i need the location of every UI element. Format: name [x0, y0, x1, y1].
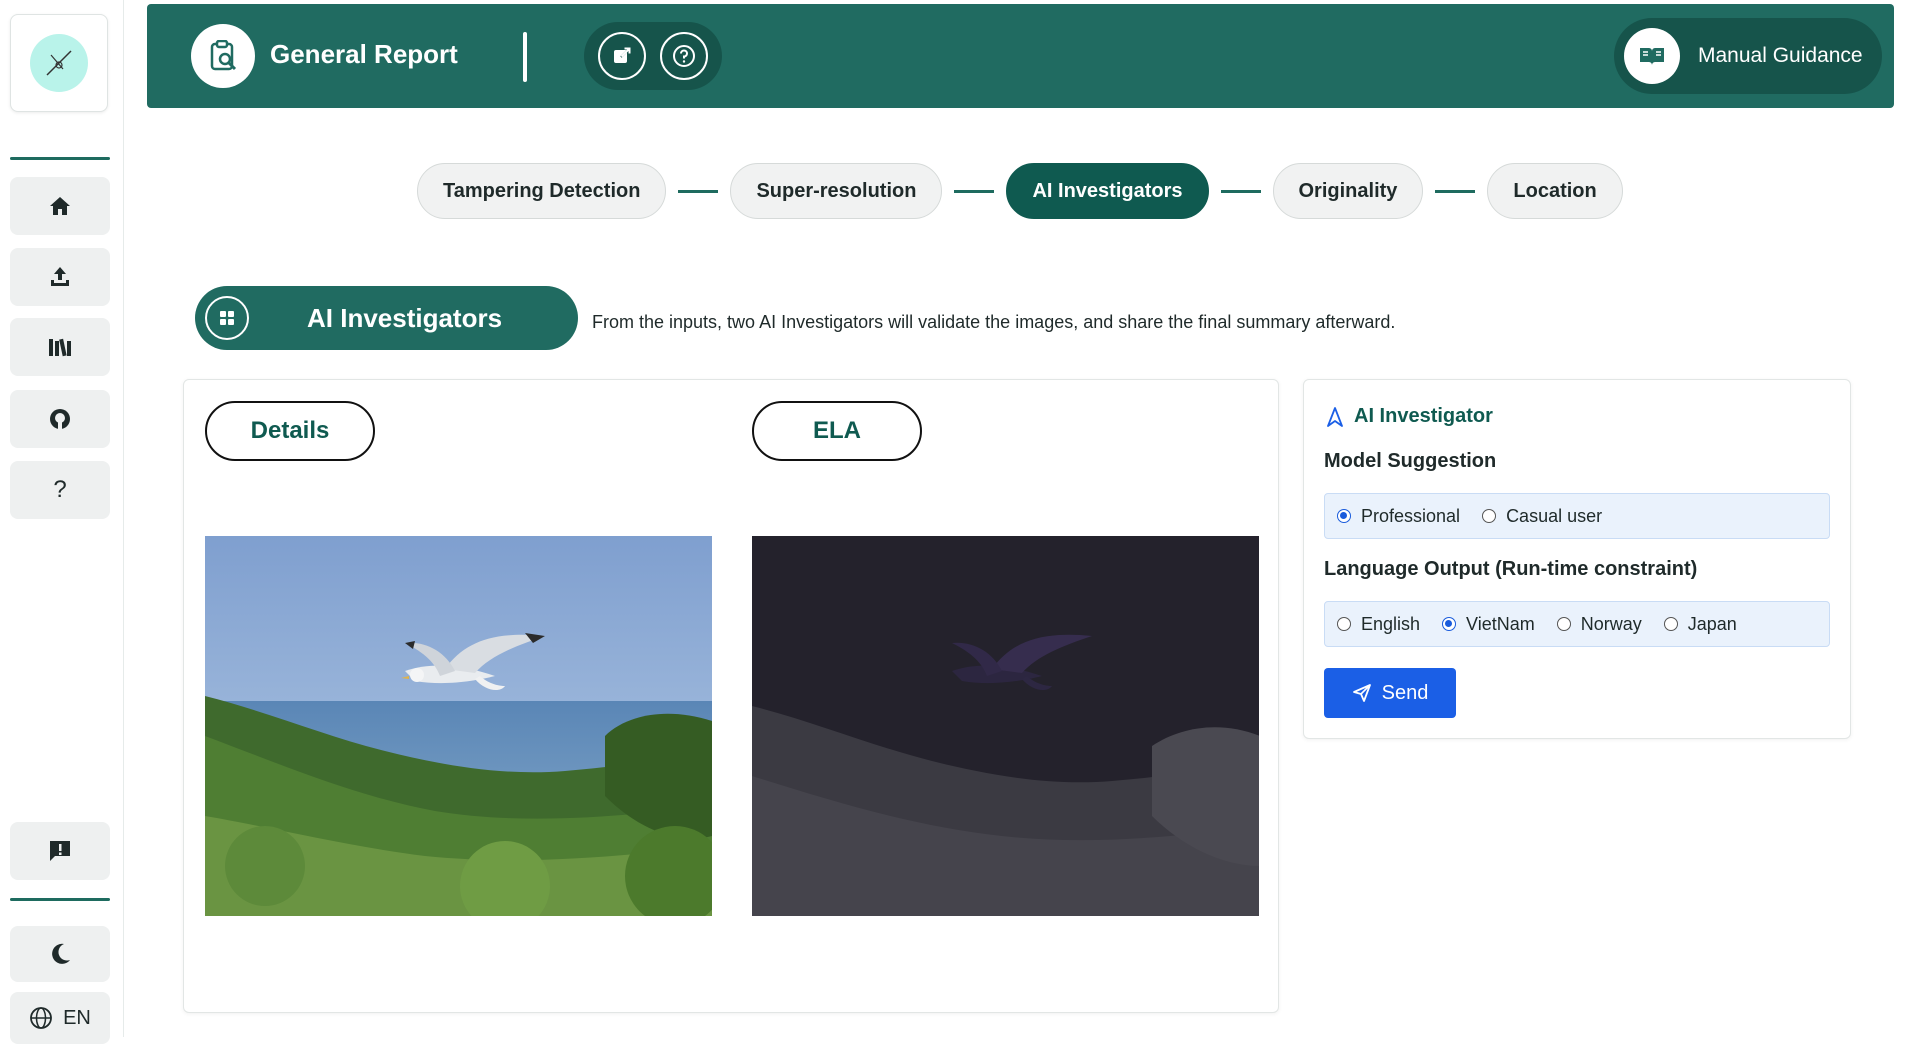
ai-investigator-panel: AI Investigator Model Suggestion Profess… — [1303, 379, 1851, 739]
globe-icon — [30, 1007, 52, 1029]
step-location[interactable]: Location — [1487, 163, 1623, 219]
step-super-resolution[interactable]: Super-resolution — [730, 163, 943, 219]
header-toolbar — [584, 22, 722, 90]
sidebar-item-github[interactable] — [10, 390, 110, 448]
grid-icon — [205, 296, 249, 340]
home-icon — [50, 197, 70, 215]
sidebar-divider — [10, 157, 110, 160]
send-icon — [1352, 684, 1371, 702]
model-option-casual-user[interactable]: Casual user — [1482, 506, 1602, 527]
language-option-vietnam[interactable]: VietNam — [1442, 614, 1535, 635]
upload-icon — [51, 267, 69, 286]
step-originality[interactable]: Originality — [1272, 163, 1424, 219]
language-selector[interactable]: EN — [10, 992, 110, 1044]
radio-button[interactable] — [1337, 617, 1351, 631]
sidebar-divider — [10, 898, 110, 901]
manual-guidance-button[interactable]: Manual Guidance — [1614, 18, 1882, 94]
radio-button[interactable] — [1442, 617, 1457, 631]
top-header: General Report Manual Guidance — [147, 4, 1894, 108]
github-icon — [50, 409, 70, 429]
app-logo[interactable] — [10, 14, 108, 112]
language-output-heading: Language Output (Run-time constraint) — [1324, 558, 1698, 580]
logo-icon — [30, 34, 88, 92]
moon-icon — [52, 943, 70, 964]
book-icon — [1624, 28, 1680, 84]
sidebar-item-home[interactable] — [10, 177, 110, 235]
radio-button[interactable] — [1482, 509, 1497, 523]
share-icon — [614, 47, 631, 63]
radio-button[interactable] — [1337, 509, 1351, 523]
radio-label: Norway — [1580, 613, 1642, 634]
send-label: Send — [1381, 681, 1429, 704]
workflow-stepper: Tampering Detection Super-resolution AI … — [417, 163, 1623, 219]
image-panel: Details ELA — [183, 379, 1279, 1013]
language-option-japan[interactable]: Japan — [1663, 613, 1737, 635]
section-description: From the inputs, two AI Investigators wi… — [592, 312, 1396, 332]
radio-button[interactable] — [1663, 617, 1678, 631]
sidebar-item-upload[interactable] — [10, 248, 110, 306]
send-button[interactable]: Send — [1324, 668, 1456, 718]
theme-toggle[interactable] — [10, 926, 110, 982]
step-connector — [1220, 189, 1261, 193]
library-icon — [49, 338, 71, 357]
model-suggestion-heading: Model Suggestion — [1324, 450, 1497, 472]
ela-image — [752, 536, 1259, 916]
navigation-icon — [1327, 406, 1343, 427]
language-option-norway[interactable]: Norway — [1556, 613, 1642, 635]
help-circle-icon — [673, 45, 695, 67]
model-suggestion-group: Professional Casual user — [1324, 493, 1830, 539]
radio-label: Casual user — [1506, 505, 1603, 526]
language-output-group: English VietNam Norway Japan — [1324, 601, 1830, 647]
sidebar-item-feedback[interactable] — [10, 822, 110, 880]
header-divider — [523, 32, 527, 82]
step-ai-investigators[interactable]: AI Investigators — [1006, 163, 1209, 219]
step-tampering-detection[interactable]: Tampering Detection — [417, 163, 667, 219]
model-option-professional[interactable]: Professional — [1337, 506, 1460, 527]
sidebar-item-library[interactable] — [10, 318, 110, 376]
ai-investigator-title: AI Investigator — [1354, 405, 1493, 427]
ai-investigator-header: AI Investigator — [1326, 405, 1493, 428]
radio-label: Professional — [1361, 505, 1461, 526]
radio-label: English — [1361, 613, 1421, 634]
language-label: EN — [63, 1006, 91, 1029]
step-connector — [1435, 189, 1476, 193]
question-icon: ? — [53, 476, 67, 503]
share-button[interactable] — [598, 32, 646, 80]
report-icon — [191, 24, 255, 88]
sidebar: ? EN — [0, 0, 124, 1044]
radio-label: Japan — [1687, 613, 1737, 634]
ela-button[interactable]: ELA — [752, 401, 922, 461]
step-connector — [678, 189, 719, 193]
sidebar-item-help[interactable]: ? — [10, 461, 110, 519]
details-button[interactable]: Details — [205, 401, 375, 461]
step-connector — [954, 189, 995, 193]
radio-button[interactable] — [1556, 617, 1571, 631]
original-image — [205, 536, 712, 916]
section-heading: AI Investigators — [195, 286, 578, 350]
radio-label: VietNam — [1466, 613, 1535, 634]
help-button[interactable] — [660, 32, 708, 80]
feedback-icon — [50, 841, 70, 861]
section-title: AI Investigators — [307, 302, 503, 333]
page-title: General Report — [270, 39, 458, 69]
manual-guidance-label: Manual Guidance — [1698, 44, 1863, 67]
language-option-english[interactable]: English — [1337, 614, 1420, 635]
